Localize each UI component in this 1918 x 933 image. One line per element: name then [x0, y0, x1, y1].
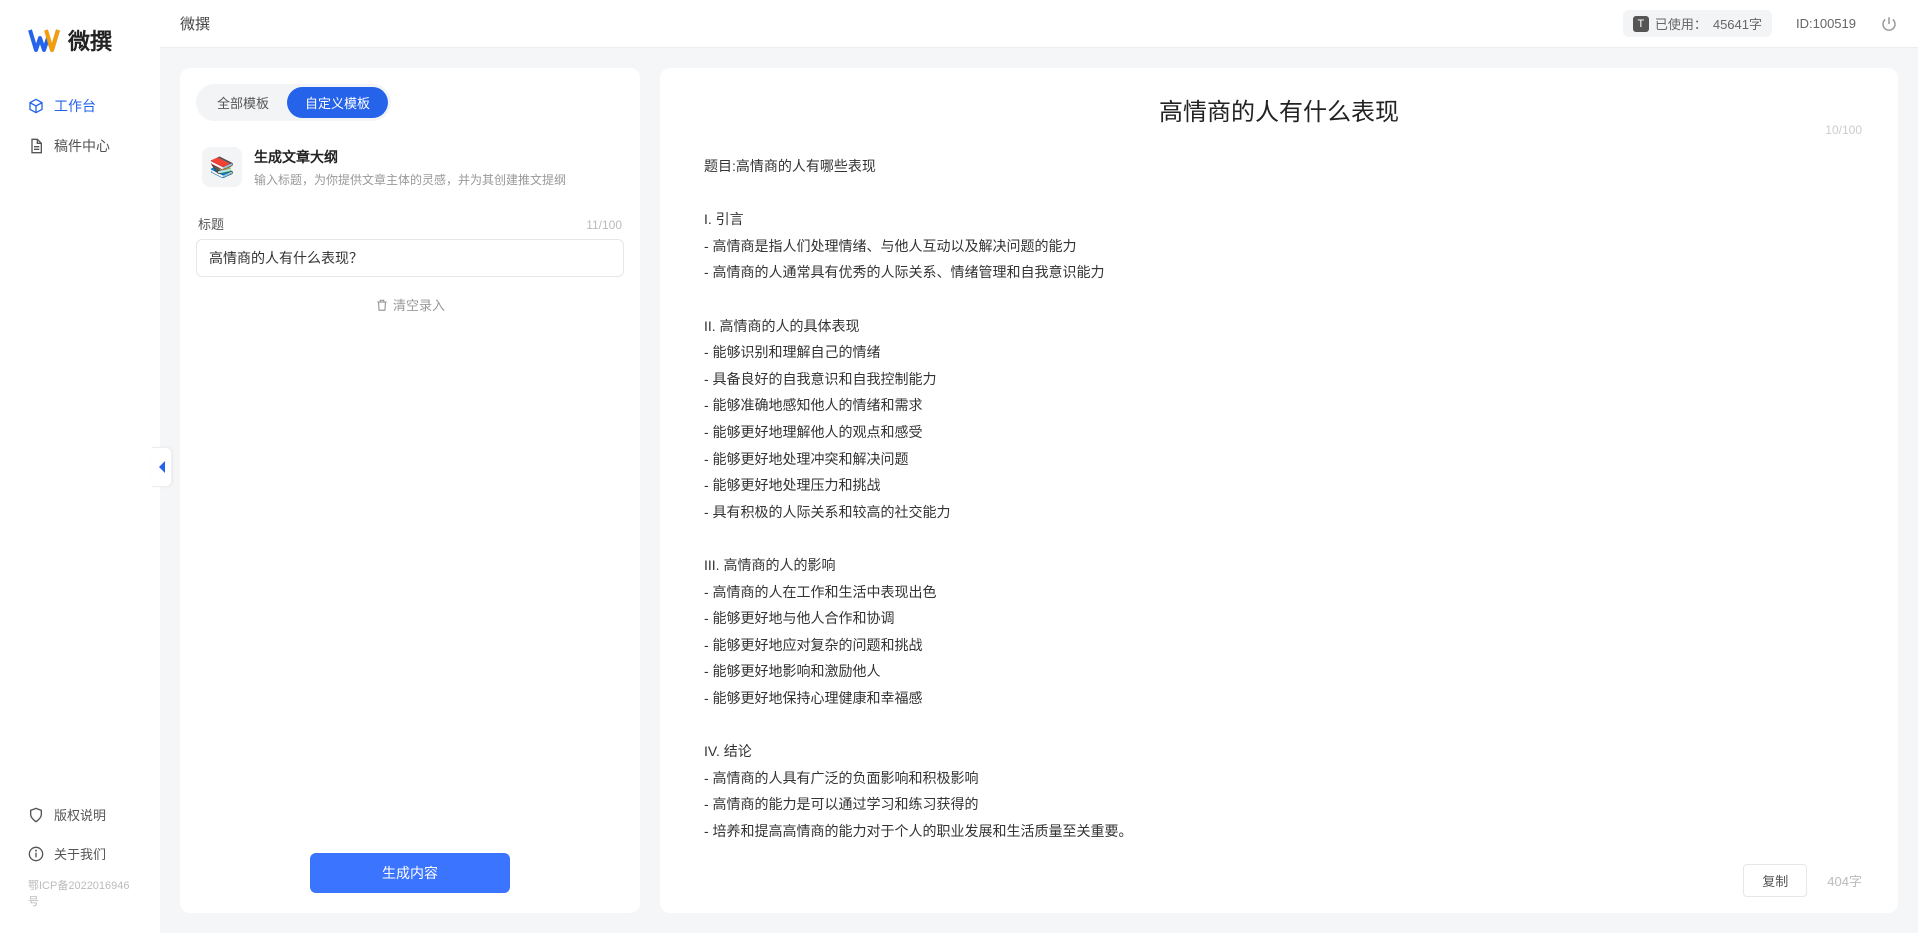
shield-icon [28, 807, 44, 823]
nav-label: 关于我们 [54, 844, 106, 863]
content: 全部模板 自定义模板 📚 生成文章大纲 输入标题，为你提供文章主体的灵感，并为其… [160, 48, 1918, 933]
nav: 工作台 稿件中心 [0, 86, 160, 795]
clear-label: 清空录入 [393, 295, 445, 314]
title-input[interactable] [196, 239, 624, 277]
copy-button[interactable]: 复制 [1743, 864, 1807, 897]
tab-custom-templates[interactable]: 自定义模板 [287, 87, 388, 118]
nav-label: 稿件中心 [54, 136, 110, 156]
nav-workbench[interactable]: 工作台 [0, 86, 160, 126]
clear-input-button[interactable]: 清空录入 [196, 295, 624, 314]
doc-icon [28, 138, 44, 154]
icp-text: 鄂ICP备2022016946号 [0, 873, 160, 917]
info-icon [28, 846, 44, 862]
power-icon[interactable] [1880, 15, 1898, 33]
usage-pill: T 已使用： 45641字 [1623, 10, 1772, 37]
usage-value: 45641字 [1713, 14, 1762, 33]
usage-badge-icon: T [1633, 16, 1649, 32]
result-footer: 复制 404字 [696, 852, 1862, 897]
template-desc: 输入标题，为你提供文章主体的灵感，并为其创建推文提纲 [254, 171, 566, 188]
tabs: 全部模板 自定义模板 [196, 84, 391, 121]
panel-right: 高情商的人有什么表现 10/100 题目:高情商的人有哪些表现 I. 引言 - … [660, 68, 1898, 913]
trash-icon [375, 298, 389, 312]
result-body[interactable]: 题目:高情商的人有哪些表现 I. 引言 - 高情商是指人们处理情绪、与他人互动以… [696, 145, 1862, 852]
sidebar-bottom: 版权说明 关于我们 鄂ICP备2022016946号 [0, 795, 160, 933]
nav-about[interactable]: 关于我们 [0, 834, 160, 873]
nav-drafts[interactable]: 稿件中心 [0, 126, 160, 166]
template-title: 生成文章大纲 [254, 147, 566, 167]
nav-label: 版权说明 [54, 805, 106, 824]
title-char-count: 10/100 [1825, 123, 1862, 137]
logo-icon [28, 24, 60, 56]
field-label: 标题 [198, 214, 224, 233]
user-id: ID:100519 [1796, 16, 1856, 31]
cube-icon [28, 98, 44, 114]
word-count: 404字 [1827, 871, 1862, 890]
result-title[interactable]: 高情商的人有什么表现 [696, 92, 1862, 127]
sidebar: 微撰 工作台 稿件中心 版权说明 关于我们 鄂ICP备2022016946号 [0, 0, 160, 933]
topbar-title: 微撰 [180, 13, 210, 34]
tab-all-templates[interactable]: 全部模板 [199, 87, 287, 118]
topbar-right: T 已使用： 45641字 ID:100519 [1623, 10, 1898, 37]
topbar: 微撰 T 已使用： 45641字 ID:100519 [160, 0, 1918, 48]
logo: 微撰 [0, 24, 160, 86]
template-icon: 📚 [202, 147, 242, 187]
field-count: 11/100 [586, 218, 622, 232]
collapse-handle[interactable] [152, 447, 172, 487]
usage-label: 已使用： [1655, 14, 1707, 33]
panel-left: 全部模板 自定义模板 📚 生成文章大纲 输入标题，为你提供文章主体的灵感，并为其… [180, 68, 640, 913]
nav-copyright[interactable]: 版权说明 [0, 795, 160, 834]
logo-text: 微撰 [68, 24, 112, 56]
generate-button[interactable]: 生成内容 [310, 853, 510, 893]
template-card: 📚 生成文章大纲 输入标题，为你提供文章主体的灵感，并为其创建推文提纲 [196, 139, 624, 202]
nav-label: 工作台 [54, 96, 96, 116]
main: 微撰 T 已使用： 45641字 ID:100519 全部模板 自定义模板 📚 [160, 0, 1918, 933]
chevron-left-icon [157, 460, 167, 474]
